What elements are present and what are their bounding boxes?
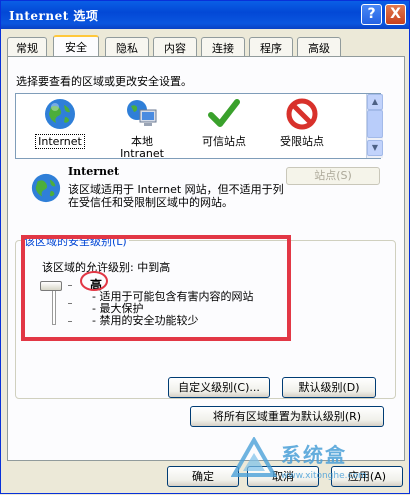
zone-instruction: 选择要查看的区域或更改安全设置。 [16,75,192,88]
tab-general[interactable]: 常规 [7,37,47,57]
zone-description: 该区域适用于 Internet 网站，但不适用于列在受信任和受限制区域中的网站。 [68,183,284,209]
checkmark-icon [208,99,240,127]
watermark-url: www.xitonghe.com [281,471,367,481]
zone-label: 可信站点 [202,135,246,148]
zone-label: Internet [35,134,85,149]
zone-scrollbar[interactable]: ▲ ▼ [366,94,383,158]
watermark-text: 系统盒 [281,443,347,467]
zone-title: Internet [68,165,120,178]
tab-programs[interactable]: 程序 [249,37,293,57]
custom-level-button[interactable]: 自定义级别(C)... [168,377,270,398]
annotation-highlight-box [21,235,291,341]
tab-privacy[interactable]: 隐私 [105,37,149,57]
watermark-logo-icon [231,437,277,477]
zone-label: 本地 Intranet [120,135,164,160]
no-entry-icon [286,98,318,130]
scroll-down-icon[interactable]: ▼ [367,140,383,156]
scroll-up-icon[interactable]: ▲ [367,94,383,110]
intranet-icon [127,100,157,126]
scroll-thumb[interactable] [367,110,383,138]
reset-all-zones-button[interactable]: 将所有区域重置为默认级别(R) [190,406,384,427]
tab-security[interactable]: 安全 [53,35,99,57]
tab-advanced[interactable]: 高级 [297,37,341,57]
default-level-button[interactable]: 默认级别(D) [282,377,376,398]
tab-content[interactable]: 内容 [153,37,197,57]
watermark: 系统盒 www.xitonghe.com [225,431,410,495]
zone-list: Internet 本地 Intranet 可信站点 受限站点 [15,93,381,160]
close-button[interactable]: X [385,4,406,25]
globe-icon [45,99,75,129]
zone-internet[interactable]: Internet [24,97,96,149]
zone-local-intranet[interactable]: 本地 Intranet [106,97,178,160]
sites-button[interactable]: 站点(S) [286,167,380,185]
zone-trusted-sites[interactable]: 可信站点 [188,97,260,148]
zone-label: 受限站点 [280,135,324,148]
tab-connections[interactable]: 连接 [201,37,245,57]
internet-options-window: Internet 选项 ? X 常规 安全 隐私 内容 连接 程序 高级 选择要… [0,0,410,494]
zone-restricted-sites[interactable]: 受限站点 [266,97,338,148]
globe-icon [31,173,61,203]
annotation-highlight-ellipse [80,271,108,291]
security-panel: 选择要查看的区域或更改安全设置。 Internet 本地 Intranet 可信… [7,56,405,461]
window-title: Internet 选项 [9,9,99,23]
help-button[interactable]: ? [361,4,382,25]
title-bar: Internet 选项 ? X [1,1,409,29]
